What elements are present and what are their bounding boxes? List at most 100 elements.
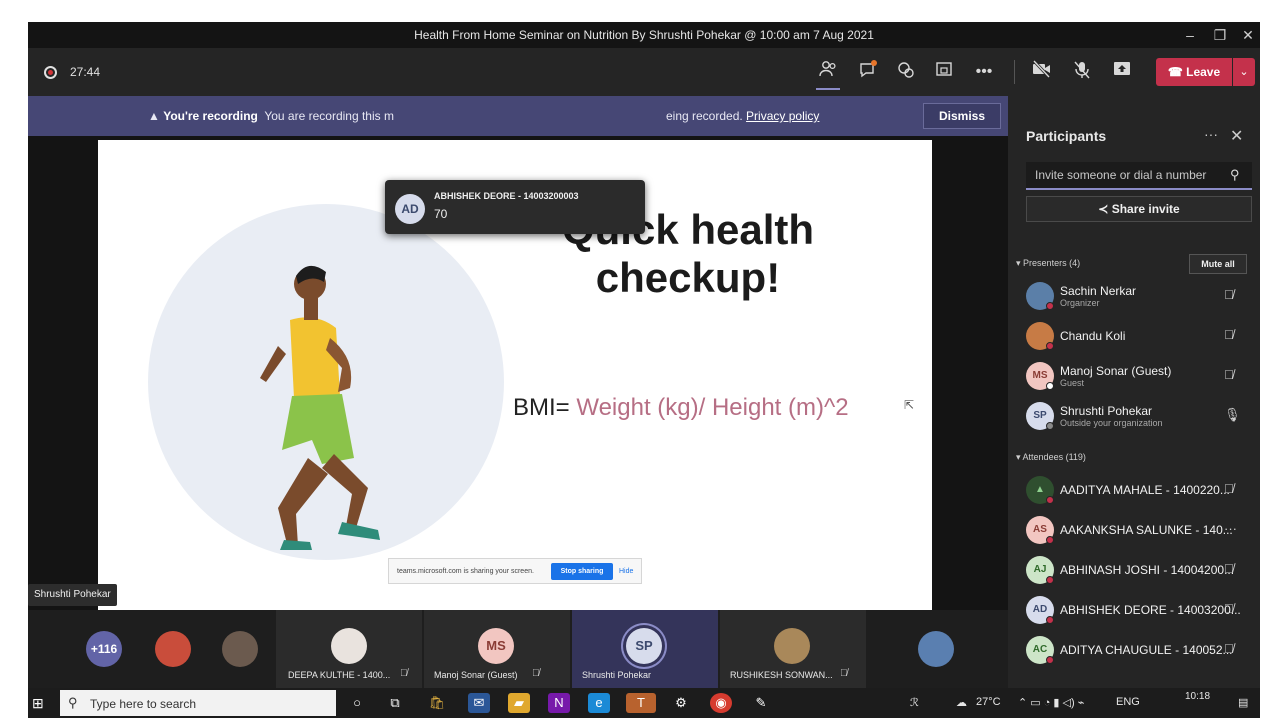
participant-row[interactable]: AC ADITYA CHAUGULE - 140052... 🎙̸ — [1026, 634, 1252, 666]
avatar — [774, 628, 810, 664]
participant-name: Manoj Sonar (Guest) — [1060, 364, 1172, 378]
toast-message: 70 — [434, 207, 448, 221]
participant-row[interactable]: Sachin Nerkar Organizer 🎙̸ — [1026, 280, 1252, 312]
mute-all-button[interactable]: Mute all — [1189, 254, 1247, 274]
toolbar-divider — [1014, 60, 1015, 84]
mic-off-icon: 🎙̸ — [1224, 367, 1234, 382]
presenter-name-tag: Shrushti Pohekar — [28, 584, 117, 606]
maximize-icon[interactable]: ❐ — [1208, 25, 1232, 45]
avatar[interactable] — [918, 631, 954, 667]
participant-row[interactable]: AS AAKANKSHA SALUNKE - 140... ··· — [1026, 514, 1252, 546]
chevron-down-icon: ▾ — [1016, 452, 1021, 462]
sharing-notice: teams.microsoft.com is sharing your scre… — [397, 568, 534, 575]
video-tile[interactable]: MS Manoj Sonar (Guest) 🎙̸ — [424, 610, 570, 688]
mic-off-icon: 🎙̸ — [1224, 561, 1234, 576]
avatar[interactable] — [222, 631, 258, 667]
settings-icon[interactable]: ⚙ — [670, 693, 692, 713]
share-tray-icon[interactable] — [1110, 60, 1134, 84]
windows-taskbar: ⊞ ⚲ Type here to search ○ ⧉ 🛍 ✉ ▰ N e T … — [28, 688, 1260, 718]
onenote-icon[interactable]: N — [548, 693, 570, 713]
participant-row[interactable]: AD ABHISHEK DEORE - 14003200... 🎙̸ — [1026, 594, 1252, 626]
notifications-icon[interactable]: ▤ — [1238, 696, 1248, 709]
task-view-icon[interactable]: ⧉ — [384, 693, 406, 713]
panel-title: Participants — [1026, 128, 1107, 144]
hide-link[interactable]: Hide — [619, 568, 633, 575]
close-icon[interactable]: ✕ — [1230, 126, 1243, 146]
people-tray-icon[interactable]: ℛ — [910, 696, 919, 709]
minimize-icon[interactable]: – — [1178, 25, 1202, 45]
chat-icon[interactable] — [856, 60, 880, 84]
tile-name: Shrushti Pohekar — [582, 670, 652, 680]
rooms-icon[interactable] — [932, 60, 956, 84]
system-tray-icons[interactable]: ⌃ ▭ ◔ ▮ ◁) ⌁ — [1018, 696, 1084, 709]
runner-illustration — [260, 265, 380, 550]
status-busy-icon — [1046, 342, 1054, 350]
participant-role: Guest — [1060, 378, 1085, 388]
dismiss-button[interactable]: Dismiss — [923, 103, 1001, 129]
video-tile[interactable]: RUSHIKESH SONWAN... 🎙̸ — [720, 610, 866, 688]
participant-name: Sachin Nerkar — [1060, 284, 1137, 298]
mouse-cursor-icon: ⇱ — [904, 398, 915, 412]
recording-banner-title: You're recording — [163, 109, 258, 123]
language-indicator[interactable]: ENG — [1116, 696, 1140, 708]
presenters-section-header[interactable]: ▾ Presenters (4) — [1016, 258, 1080, 269]
share-invite-label: Share invite — [1111, 202, 1180, 216]
warning-icon: ▲ — [148, 109, 160, 123]
store-icon[interactable]: 🛍 — [426, 693, 448, 713]
participant-row[interactable]: ▲ AADITYA MAHALE - 1400220... 🎙̸ — [1026, 474, 1252, 506]
meeting-toolbar: 27:44 ••• ☎ Leave ⌄ — [28, 48, 1260, 96]
participant-row[interactable]: AJ ABHINASH JOSHI - 14004200... 🎙̸ — [1026, 554, 1252, 586]
more-options-icon[interactable]: ··· — [1224, 521, 1237, 536]
participant-name: ABHINASH JOSHI - 14004200... — [1060, 563, 1235, 577]
attendees-section-header[interactable]: ▾ Attendees (119) — [1016, 452, 1086, 463]
share-invite-button[interactable]: ≺ Share invite — [1026, 196, 1252, 222]
mic-icon: 🎙 — [1224, 407, 1241, 422]
participant-row[interactable]: Chandu Koli 🎙̸ — [1026, 320, 1252, 352]
weather-icon[interactable]: ☁ — [956, 696, 967, 709]
status-busy-icon — [1046, 576, 1054, 584]
windows-start-icon[interactable]: ⊞ — [32, 695, 48, 711]
avatar[interactable] — [155, 631, 191, 667]
privacy-policy-link[interactable]: Privacy policy — [746, 109, 819, 123]
cortana-icon[interactable]: ○ — [346, 693, 368, 713]
chat-notification-toast[interactable]: AD ABHISHEK DEORE - 14003200003 70 — [385, 180, 645, 234]
participant-name: AAKANKSHA SALUNKE - 140... — [1060, 523, 1233, 537]
mic-off-icon[interactable] — [1070, 60, 1094, 84]
mail-icon[interactable]: ✉ — [468, 693, 490, 713]
teams-taskbar-icon[interactable]: T — [626, 693, 656, 713]
mic-off-icon: 🎙̸ — [400, 668, 408, 679]
video-gallery: +116 DEEPA KULTHE - 1400... 🎙̸ MS Manoj … — [28, 610, 1008, 688]
leave-button[interactable]: ☎ Leave — [1156, 58, 1232, 86]
video-tile[interactable]: DEEPA KULTHE - 1400... 🎙̸ — [276, 610, 422, 688]
recording-banner-text: You are recording this m — [264, 109, 394, 123]
bmi-prefix: BMI= — [513, 394, 570, 421]
people-icon[interactable] — [816, 60, 840, 84]
participant-name: AADITYA MAHALE - 1400220... — [1060, 483, 1230, 497]
tile-name: Manoj Sonar (Guest) — [434, 670, 518, 680]
status-busy-icon — [1046, 496, 1054, 504]
participant-row[interactable]: MS Manoj Sonar (Guest) Guest 🎙̸ — [1026, 360, 1252, 392]
app-icon[interactable]: ✎ — [750, 693, 772, 713]
video-tile-active-speaker[interactable]: SP Shrushti Pohekar — [572, 610, 718, 688]
participant-row[interactable]: SP Shrushti Pohekar Outside your organiz… — [1026, 400, 1252, 432]
reactions-icon[interactable] — [894, 60, 918, 84]
edge-icon[interactable]: e — [588, 693, 610, 713]
mic-off-icon: 🎙̸ — [532, 668, 540, 679]
bmi-formula: BMI= Weight (kg)/ Height (m)^2 — [513, 394, 849, 422]
participant-name: Chandu Koli — [1060, 329, 1126, 343]
clock-time[interactable]: 10:18 — [1185, 691, 1210, 702]
overflow-participants-button[interactable]: +116 — [86, 631, 122, 667]
chrome-icon[interactable]: ◉ — [710, 693, 732, 713]
taskbar-search-box[interactable]: ⚲ Type here to search — [60, 690, 336, 716]
status-unknown-icon — [1046, 422, 1054, 430]
search-icon[interactable]: ⚲ — [1230, 167, 1240, 183]
file-explorer-icon[interactable]: ▰ — [508, 693, 530, 713]
close-window-icon[interactable]: ✕ — [1236, 25, 1260, 45]
participants-panel: Participants ··· ✕ ⚲ ≺ Share invite ▾ Pr… — [1008, 96, 1260, 688]
more-icon[interactable]: ••• — [972, 60, 996, 84]
stop-sharing-button[interactable]: Stop sharing — [551, 563, 613, 580]
leave-options-chevron-icon[interactable]: ⌄ — [1233, 58, 1255, 86]
camera-off-icon[interactable] — [1030, 59, 1054, 84]
more-options-icon[interactable]: ··· — [1204, 126, 1218, 142]
invite-input[interactable] — [1026, 162, 1226, 188]
